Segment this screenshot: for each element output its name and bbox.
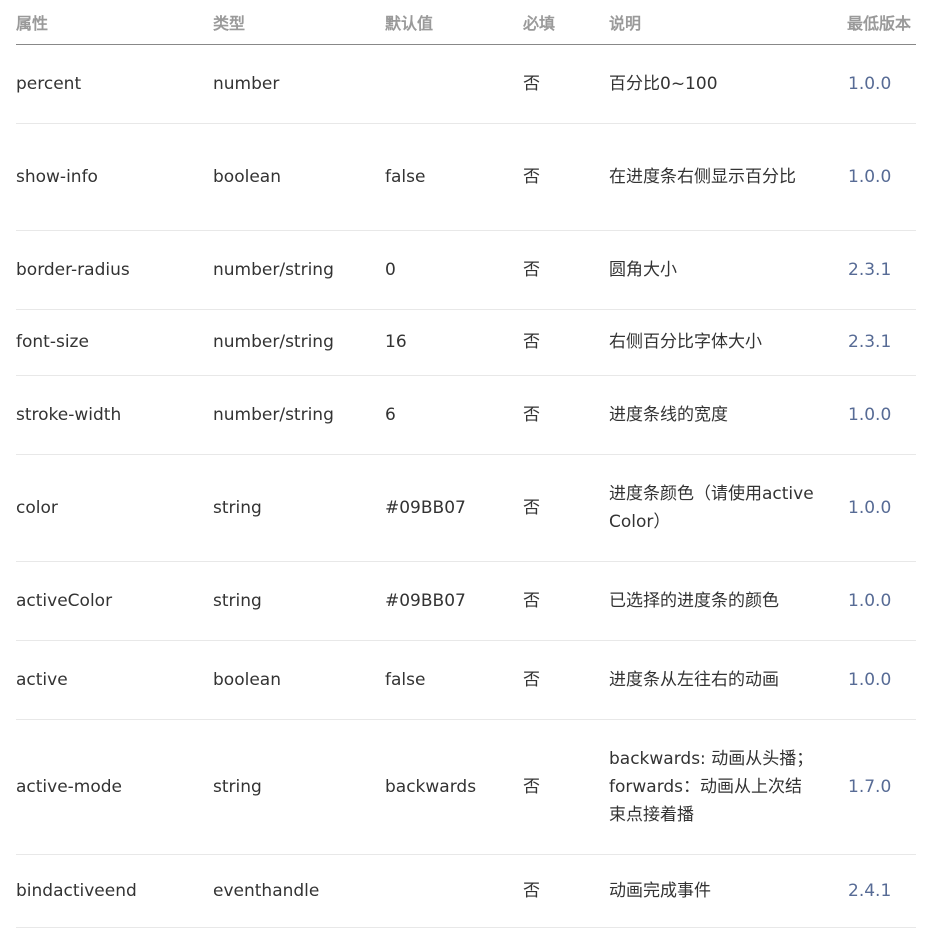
cell-default: 6 [385, 375, 523, 455]
cell-required: 否 [523, 230, 609, 310]
cell-attr: activeColor [16, 561, 213, 641]
cell-version: 1.0.0 [847, 561, 916, 641]
attributes-table: 属性 类型 默认值 必填 说明 最低版本 percent number 否 百分… [16, 0, 916, 928]
header-required: 必填 [523, 0, 609, 45]
table-row: font-size number/string 16 否 右侧百分比字体大小 2… [16, 309, 916, 376]
cell-attr: stroke-width [16, 375, 213, 455]
header-desc: 说明 [609, 0, 847, 45]
cell-type: number/string [213, 375, 385, 455]
table-row: active boolean false 否 进度条从左往右的动画 1.0.0 [16, 640, 916, 720]
cell-desc: 在进度条右侧显示百分比 [609, 123, 847, 231]
cell-type: number/string [213, 230, 385, 310]
cell-required: 否 [523, 44, 609, 124]
table-row: border-radius number/string 0 否 圆角大小 2.3… [16, 230, 916, 310]
header-attr: 属性 [16, 0, 213, 45]
cell-type: string [213, 719, 385, 855]
cell-attr: font-size [16, 309, 213, 376]
cell-default: #09BB07 [385, 561, 523, 641]
cell-default: false [385, 640, 523, 720]
table-row: show-info boolean false 否 在进度条右侧显示百分比 1.… [16, 123, 916, 231]
cell-version: 1.0.0 [847, 44, 916, 124]
cell-desc: 进度条颜色（请使用activeColor） [609, 454, 847, 562]
cell-type: number [213, 44, 385, 124]
cell-desc: 百分比0~100 [609, 44, 847, 124]
cell-attr: percent [16, 44, 213, 124]
cell-version: 1.0.0 [847, 123, 916, 231]
attributes-table-container: 属性 类型 默认值 必填 说明 最低版本 percent number 否 百分… [16, 0, 916, 928]
cell-version: 1.0.0 [847, 375, 916, 455]
table-row: percent number 否 百分比0~100 1.0.0 [16, 44, 916, 124]
cell-type: string [213, 454, 385, 562]
table-row: active-mode string backwards 否 backwards… [16, 719, 916, 855]
table-row: activeColor string #09BB07 否 已选择的进度条的颜色 … [16, 561, 916, 641]
cell-desc: 圆角大小 [609, 230, 847, 310]
cell-version: 1.7.0 [847, 719, 916, 855]
cell-required: 否 [523, 123, 609, 231]
header-default: 默认值 [385, 0, 523, 45]
cell-required: 否 [523, 309, 609, 376]
cell-default: false [385, 123, 523, 231]
cell-default [385, 854, 523, 928]
cell-attr: color [16, 454, 213, 562]
cell-attr: active [16, 640, 213, 720]
cell-attr: bindactiveend [16, 854, 213, 928]
cell-version: 2.3.1 [847, 230, 916, 310]
table-row: stroke-width number/string 6 否 进度条线的宽度 1… [16, 375, 916, 455]
cell-default: backwards [385, 719, 523, 855]
table-row: bindactiveend eventhandle 否 动画完成事件 2.4.1 [16, 854, 916, 928]
cell-attr: border-radius [16, 230, 213, 310]
header-type: 类型 [213, 0, 385, 45]
cell-attr: show-info [16, 123, 213, 231]
cell-desc: 进度条从左往右的动画 [609, 640, 847, 720]
table-body: percent number 否 百分比0~100 1.0.0 show-inf… [16, 44, 916, 928]
cell-required: 否 [523, 640, 609, 720]
cell-required: 否 [523, 561, 609, 641]
cell-type: boolean [213, 123, 385, 231]
cell-desc: 右侧百分比字体大小 [609, 309, 847, 376]
cell-desc: 动画完成事件 [609, 854, 847, 928]
cell-version: 2.3.1 [847, 309, 916, 376]
cell-desc: 已选择的进度条的颜色 [609, 561, 847, 641]
cell-desc: 进度条线的宽度 [609, 375, 847, 455]
table-header: 属性 类型 默认值 必填 说明 最低版本 [16, 0, 916, 45]
cell-type: number/string [213, 309, 385, 376]
cell-default: 16 [385, 309, 523, 376]
header-row: 属性 类型 默认值 必填 说明 最低版本 [16, 0, 916, 45]
cell-type: eventhandle [213, 854, 385, 928]
table-row: color string #09BB07 否 进度条颜色（请使用activeCo… [16, 454, 916, 562]
cell-required: 否 [523, 454, 609, 562]
cell-version: 2.4.1 [847, 854, 916, 928]
cell-desc: backwards: 动画从头播；forwards：动画从上次结束点接着播 [609, 719, 847, 855]
cell-required: 否 [523, 719, 609, 855]
cell-version: 1.0.0 [847, 454, 916, 562]
cell-default: #09BB07 [385, 454, 523, 562]
cell-version: 1.0.0 [847, 640, 916, 720]
cell-required: 否 [523, 854, 609, 928]
cell-default: 0 [385, 230, 523, 310]
cell-required: 否 [523, 375, 609, 455]
cell-type: boolean [213, 640, 385, 720]
cell-default [385, 44, 523, 124]
header-version: 最低版本 [847, 0, 916, 45]
cell-attr: active-mode [16, 719, 213, 855]
cell-type: string [213, 561, 385, 641]
